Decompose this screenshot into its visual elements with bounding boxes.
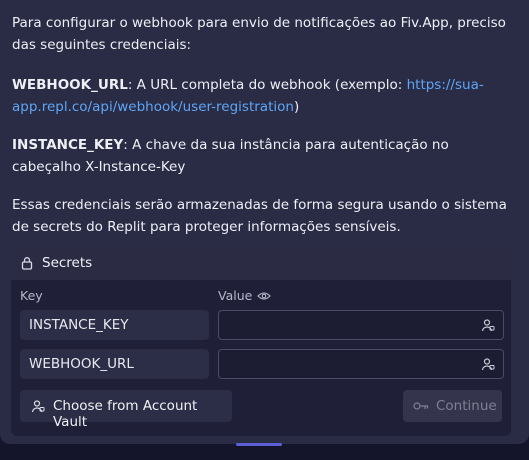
value-column-header: Value <box>218 288 253 303</box>
secret-key-webhook[interactable]: WEBHOOK_URL <box>20 349 209 379</box>
lock-icon <box>21 257 33 270</box>
intro-text: Para configurar o webhook para envio de … <box>12 15 506 53</box>
eye-icon[interactable] <box>257 291 271 301</box>
message-instance-line: INSTANCE_KEY: A chave da sua instância p… <box>12 134 517 178</box>
user-icon <box>31 400 45 413</box>
continue-button-label: Continue <box>436 398 497 414</box>
instance-label: INSTANCE_KEY <box>12 137 124 153</box>
message-closing: Essas credenciais serão armazenadas de f… <box>12 194 517 238</box>
user-icon[interactable] <box>481 357 495 371</box>
key-icon <box>413 402 429 410</box>
secrets-header: Secrets <box>11 246 511 280</box>
user-icon[interactable] <box>481 318 495 332</box>
key-column-header: Key <box>20 288 43 303</box>
secrets-title: Secrets <box>42 255 93 271</box>
message-intro: Para configurar o webhook para envio de … <box>12 12 517 56</box>
closing-text: Essas credenciais serão armazenadas de f… <box>12 197 507 235</box>
message-webhook-line: WEBHOOK_URL: A URL completa do webhook (… <box>12 74 517 118</box>
scroll-indicator <box>236 443 282 446</box>
choose-from-vault-button[interactable]: Choose from Account Vault <box>20 390 232 430</box>
chat-message-panel: Para configurar o webhook para envio de … <box>0 0 529 444</box>
webhook-close-paren: ) <box>293 99 300 115</box>
vault-button-label: Choose from Account Vault <box>53 398 198 430</box>
continue-button[interactable]: Continue <box>403 390 502 422</box>
secret-value-webhook-input[interactable] <box>218 349 504 379</box>
secrets-form: Secrets Key Value INSTANCE_KEY WEBHOOK_U… <box>11 246 511 436</box>
webhook-label: WEBHOOK_URL <box>12 77 128 93</box>
secret-value-instance-input[interactable] <box>218 310 504 340</box>
webhook-desc: : A URL completa do webhook (exemplo: <box>127 77 407 93</box>
secret-key-instance[interactable]: INSTANCE_KEY <box>20 310 209 340</box>
